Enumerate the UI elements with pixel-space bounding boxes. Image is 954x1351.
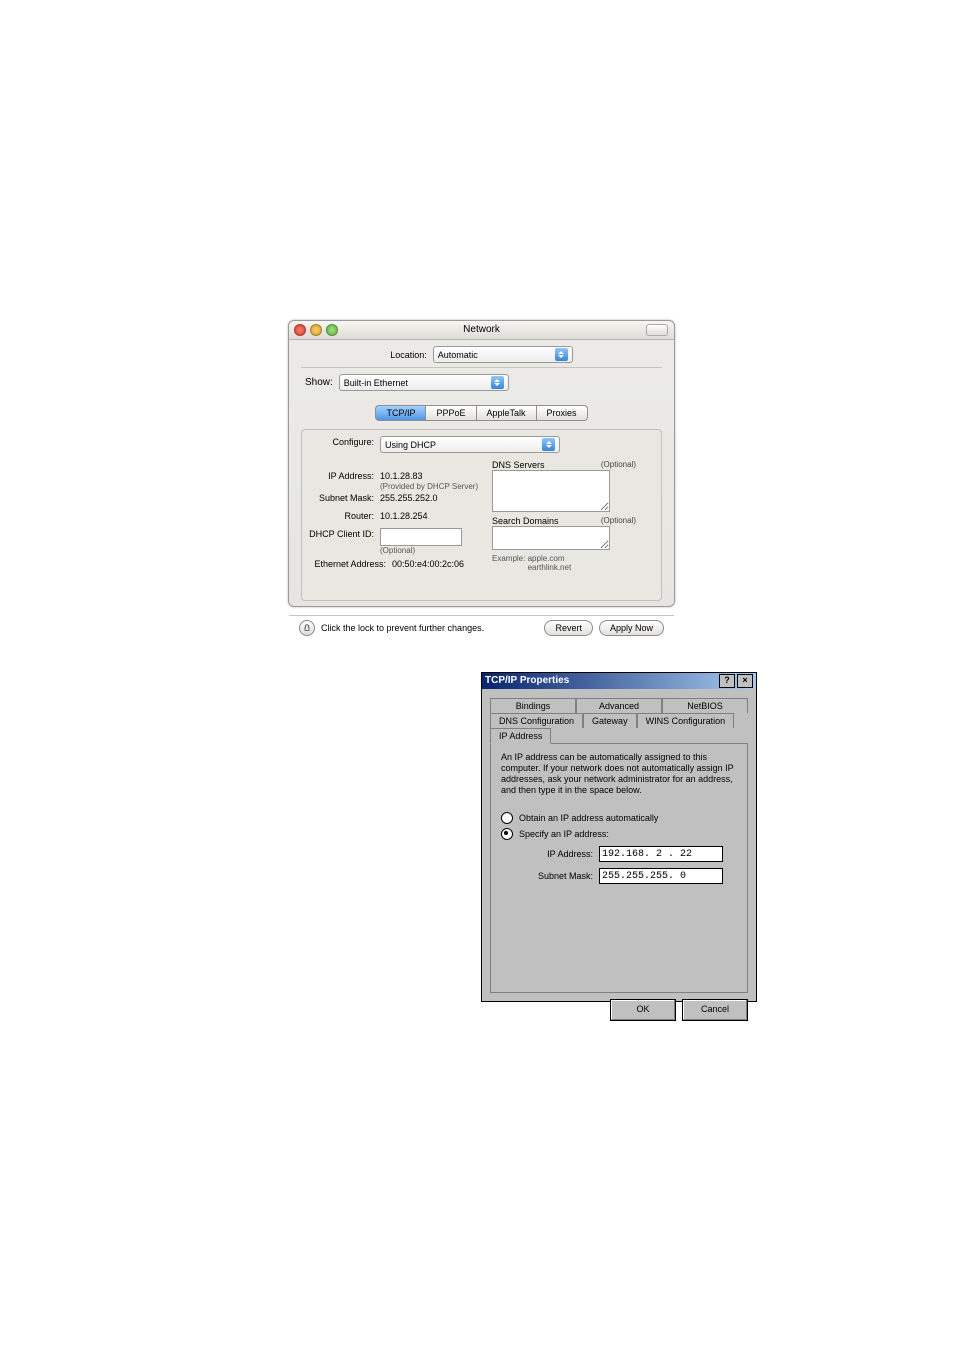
router-label: Router: [302, 510, 374, 522]
example-label: Example: [492, 554, 525, 563]
tab-dns-config[interactable]: DNS Configuration [490, 713, 583, 728]
dhcp-client-label: DHCP Client ID: [302, 528, 374, 540]
cancel-button[interactable]: Cancel [682, 999, 748, 1021]
ok-button[interactable]: OK [610, 999, 676, 1021]
tab-gateway[interactable]: Gateway [583, 713, 637, 728]
subnet-value: 255.255.252.0 [380, 492, 438, 504]
tab-proxies[interactable]: Proxies [537, 405, 588, 421]
help-icon[interactable]: ? [719, 674, 735, 688]
subnet-mask-input[interactable] [599, 868, 723, 884]
radio-icon [501, 812, 513, 824]
location-label: Location: [390, 350, 427, 360]
lock-icon[interactable] [299, 620, 315, 636]
subnet-mask-label: Subnet Mask: [525, 871, 593, 881]
ethernet-label: Ethernet Address: [302, 558, 386, 570]
show-value: Built-in Ethernet [344, 378, 487, 388]
ip-address-input[interactable] [599, 846, 723, 862]
mac-titlebar[interactable]: Network [289, 321, 674, 340]
ip-note: (Provided by DHCP Server) [380, 482, 478, 491]
dhcp-client-note: (Optional) [380, 546, 462, 555]
ethernet-value: 00:50:e4:00:2c:06 [392, 558, 464, 570]
revert-button[interactable]: Revert [544, 620, 593, 636]
chevron-updown-icon [542, 438, 555, 451]
dns-label: DNS Servers [492, 460, 545, 470]
show-label: Show: [305, 377, 333, 388]
router-value: 10.1.28.254 [380, 510, 428, 522]
tab-netbios[interactable]: NetBIOS [662, 698, 748, 713]
location-value: Automatic [438, 350, 551, 360]
info-text: An IP address can be automatically assig… [501, 752, 737, 796]
search-domains-input[interactable] [492, 526, 610, 550]
configure-label: Configure: [302, 436, 374, 448]
window-title: Network [289, 321, 674, 339]
tab-advanced[interactable]: Advanced [576, 698, 662, 713]
tab-bindings[interactable]: Bindings [490, 698, 576, 713]
chevron-updown-icon [555, 348, 568, 361]
ip-label: IP Address: [302, 470, 374, 482]
mac-network-window: Network Location: Automatic Show: Built-… [288, 320, 675, 607]
tab-ip-address[interactable]: IP Address [490, 728, 551, 744]
ip-value: 10.1.28.83 [380, 470, 478, 482]
example-value: apple.com earthlink.net [528, 554, 572, 572]
dhcp-client-input[interactable] [380, 528, 462, 546]
win-tcpip-dialog: TCP/IP Properties ? × Bindings Advanced … [481, 672, 757, 1002]
configure-select[interactable]: Using DHCP [380, 436, 560, 453]
tab-wins-config[interactable]: WINS Configuration [637, 713, 735, 728]
search-domains-label: Search Domains [492, 516, 559, 526]
configure-value: Using DHCP [385, 440, 538, 450]
dns-optional: (Optional) [601, 460, 636, 470]
tab-appletalk[interactable]: AppleTalk [477, 405, 537, 421]
radio-obtain-auto[interactable]: Obtain an IP address automatically [501, 812, 737, 824]
tab-tcpip[interactable]: TCP/IP [375, 405, 426, 421]
search-domains-optional: (Optional) [601, 516, 636, 526]
radio-specify-label: Specify an IP address: [519, 829, 609, 839]
win-titlebar[interactable]: TCP/IP Properties ? × [482, 673, 756, 689]
tab-bar: TCP/IP PPPoE AppleTalk Proxies [301, 405, 662, 421]
ip-address-panel: An IP address can be automatically assig… [490, 743, 748, 993]
radio-icon [501, 828, 513, 840]
lock-text: Click the lock to prevent further change… [321, 623, 544, 633]
chevron-updown-icon [491, 376, 504, 389]
location-select[interactable]: Automatic [433, 346, 573, 363]
close-icon[interactable]: × [737, 674, 753, 688]
subnet-label: Subnet Mask: [302, 492, 374, 504]
dns-input[interactable] [492, 470, 610, 512]
tab-pppoe[interactable]: PPPoE [426, 405, 476, 421]
radio-obtain-auto-label: Obtain an IP address automatically [519, 813, 658, 823]
ip-address-label: IP Address: [525, 849, 593, 859]
win-title-text: TCP/IP Properties [485, 673, 569, 689]
apply-now-button[interactable]: Apply Now [599, 620, 664, 636]
tcpip-panel: Configure: Using DHCP IP Address: 10.1.2… [301, 429, 662, 601]
radio-specify[interactable]: Specify an IP address: [501, 828, 737, 840]
toolbar-toggle-icon[interactable] [646, 324, 668, 336]
show-select[interactable]: Built-in Ethernet [339, 374, 509, 391]
